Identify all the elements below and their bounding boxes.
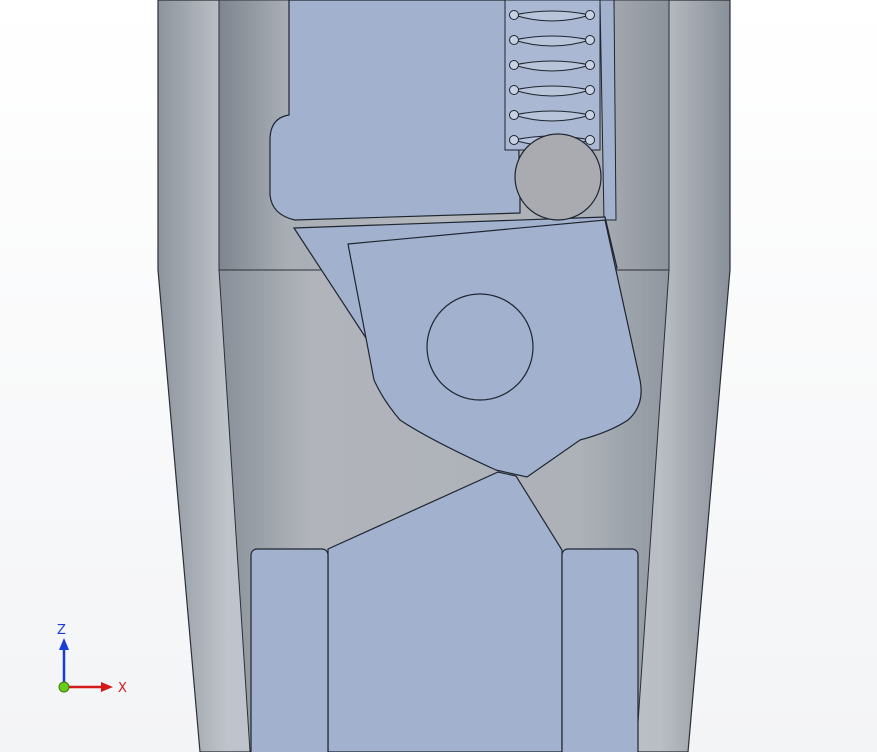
slide-block: [269, 0, 521, 221]
left-jaw: [250, 548, 329, 752]
right-jaw: [561, 548, 639, 752]
spring-pocket: [504, 0, 601, 151]
pivot-pin: [426, 293, 534, 401]
spring-coil-end: [509, 110, 519, 120]
spring-coil-end: [509, 85, 519, 95]
spring-coil-end: [585, 85, 595, 95]
cad-viewport[interactable]: [0, 0, 877, 752]
spring-coil-end: [585, 135, 595, 145]
spring-coil-end: [509, 135, 519, 145]
spring-coil-end: [509, 35, 519, 45]
spring-coil-end: [585, 110, 595, 120]
spring-coil-end: [509, 10, 519, 20]
spring-coil-end: [585, 60, 595, 70]
spring-coil-end: [585, 10, 595, 20]
spring-coil-end: [509, 60, 519, 70]
detent-ball: [514, 133, 602, 221]
spring-coil-end: [585, 35, 595, 45]
